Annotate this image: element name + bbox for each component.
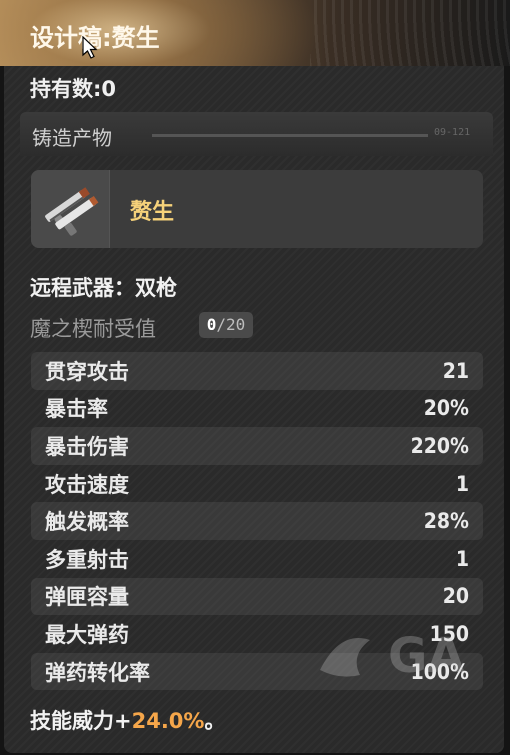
stat-value: 150 bbox=[429, 621, 469, 646]
stat-value: 1 bbox=[455, 471, 469, 496]
stat-label: 暴击率 bbox=[45, 397, 108, 422]
dual-pistol-icon bbox=[31, 170, 110, 248]
stat-row: 贯穿攻击 21 bbox=[31, 352, 483, 390]
stat-row: 弹药转化率 100% bbox=[31, 652, 483, 691]
stat-row: 触发概率 28% bbox=[31, 502, 483, 540]
stat-row: 最大弹药 150 bbox=[31, 615, 483, 653]
stat-row: 多重射击 1 bbox=[31, 540, 483, 578]
section-code: 09-121 bbox=[434, 127, 471, 138]
stat-value: 21 bbox=[442, 358, 469, 383]
section-divider bbox=[152, 134, 428, 137]
skill-bonus: 技能威力+24.0%。 bbox=[30, 705, 225, 735]
stat-label: 多重射击 bbox=[45, 547, 129, 572]
stat-value: 1 bbox=[455, 546, 469, 571]
stat-row: 弹匣容量 20 bbox=[31, 577, 483, 616]
stat-value: 28% bbox=[423, 509, 469, 534]
owned-count: 持有数:0 bbox=[30, 77, 117, 101]
mastery-max: /20 bbox=[216, 315, 246, 334]
stat-label: 弹药转化率 bbox=[45, 660, 150, 685]
stat-value: 20 bbox=[442, 584, 469, 609]
stat-value: 20% bbox=[423, 396, 469, 421]
stat-label: 触发概率 bbox=[45, 510, 129, 535]
stat-label: 攻击速度 bbox=[45, 472, 129, 497]
stat-row: 暴击伤害 220% bbox=[31, 427, 483, 465]
stat-label: 弹匣容量 bbox=[45, 585, 129, 610]
mouse-cursor-icon bbox=[82, 36, 98, 59]
mastery-label: 魔之楔耐受值 bbox=[30, 317, 156, 341]
product-name: 赘生 bbox=[130, 200, 175, 225]
skill-suffix: 。 bbox=[204, 709, 226, 733]
mastery-current: 0 bbox=[206, 315, 217, 334]
skill-value: 24.0% bbox=[131, 709, 205, 733]
stat-row: 暴击率 20% bbox=[31, 390, 483, 428]
stat-value: 220% bbox=[410, 433, 469, 458]
stat-row: 攻击速度 1 bbox=[31, 465, 483, 503]
title-decoration bbox=[310, 0, 510, 66]
stat-label: 最大弹药 bbox=[45, 622, 129, 647]
stat-label: 贯穿攻击 bbox=[45, 359, 129, 384]
stat-label: 暴击伤害 bbox=[45, 434, 129, 459]
stats-table: 贯穿攻击 21 暴击率 20% 暴击伤害 220% 攻击速度 1 触发概率 28% 多重射… bbox=[31, 352, 483, 691]
mastery-badge: 0/20 bbox=[199, 312, 253, 338]
weapon-type: 远程武器：双枪 bbox=[30, 276, 177, 300]
skill-prefix: 技能威力+ bbox=[30, 709, 132, 733]
stat-value: 100% bbox=[410, 659, 469, 684]
section-label: 铸造产物 bbox=[32, 126, 112, 150]
